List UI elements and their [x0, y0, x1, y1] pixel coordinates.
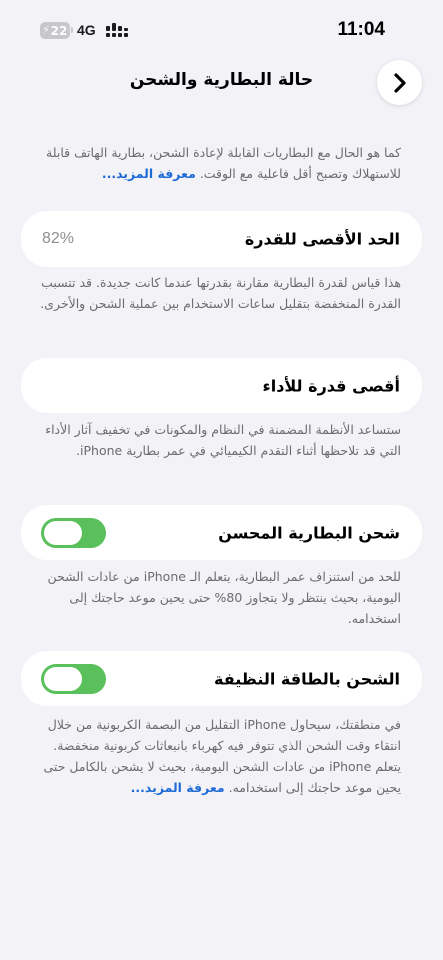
optimized-charging-description: للحد من استنزاف عمر البطارية، يتعلم الـ … — [47, 569, 402, 626]
network-type: 4G — [77, 22, 96, 38]
maximum-capacity-row: الحد الأقصى للقدرة 82% — [21, 211, 422, 267]
clean-energy-row: الشحن بالطاقة النظيفة — [21, 651, 422, 706]
battery-level: 22 — [50, 23, 68, 38]
clean-energy-learn-more-link[interactable]: معرفة المزيد... — [131, 780, 225, 795]
peak-performance-description: ستساعد الأنظمة المضمنة في النظام والمكون… — [45, 422, 401, 458]
peak-performance-row[interactable]: أقصى قدرة للأداء — [21, 358, 422, 413]
maximum-capacity-value: 82% — [42, 230, 75, 247]
clean-energy-description-block: في منطقتك، سيحاول iPhone التقليل من البص… — [39, 714, 401, 798]
maximum-capacity-label: الحد الأقصى للقدرة — [244, 229, 400, 249]
chevron-right-icon — [393, 72, 406, 93]
intro-text: كما هو الحال مع البطاريات القابلة لإعادة… — [39, 142, 401, 184]
clean-energy-toggle[interactable] — [41, 663, 106, 694]
peak-performance-label: أقصى قدرة للأداء — [262, 376, 400, 395]
clean-energy-label: الشحن بالطاقة النظيفة — [214, 669, 400, 688]
optimized-charging-toggle[interactable] — [41, 517, 106, 548]
status-bar: ⚡ 22 4G 11:04 — [0, 0, 443, 60]
toggle-knob — [44, 520, 82, 545]
signal-icon — [106, 23, 128, 37]
back-button[interactable] — [377, 60, 422, 105]
battery-icon: ⚡ 22 — [40, 22, 70, 39]
battery-tip — [71, 27, 73, 33]
optimized-charging-label: شحن البطارية المحسن — [218, 523, 400, 542]
clock: 11:04 — [337, 19, 385, 40]
learn-more-link[interactable]: معرفة المزيد... — [102, 166, 196, 181]
intro-description: كما هو الحال مع البطاريات القابلة لإعادة… — [46, 145, 401, 181]
optimized-charging-row: شحن البطارية المحسن — [21, 505, 422, 560]
toggle-knob — [44, 666, 82, 691]
maximum-capacity-description: هذا قياس لقدرة البطارية مقارنة بقدرتها ع… — [40, 275, 401, 311]
